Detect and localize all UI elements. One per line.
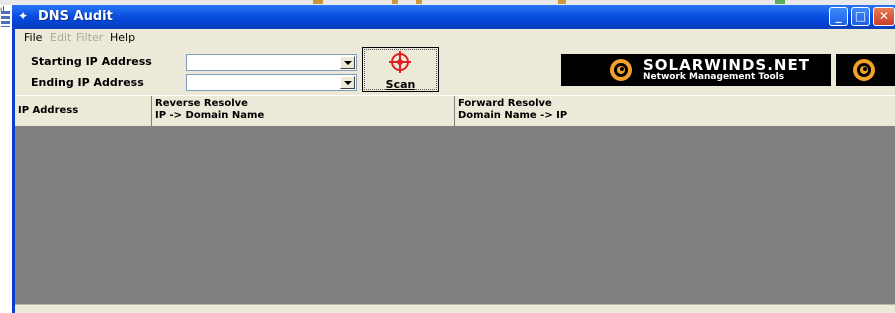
title-bar[interactable]: ✦ DNS Audit _ □ ✕ [12,5,895,29]
maximize-icon: □ [854,9,867,23]
column-header-sublabel: Domain Name -> IP [458,110,568,121]
menu-bar: File Edit Filter Help [15,29,895,47]
column-header-label: Reverse Resolve [155,98,248,109]
dns-audit-window: ✦ DNS Audit _ □ ✕ File Edit Filter Help … [12,5,895,313]
solarwinds-swirl-icon [853,59,875,81]
menu-filter[interactable]: Filter [76,31,103,44]
chevron-down-icon[interactable] [340,56,355,69]
scan-button[interactable]: Scan [362,47,439,92]
starting-ip-label: Starting IP Address [31,55,152,68]
results-grid-body[interactable] [15,127,895,304]
logo-tagline: Network Management Tools [643,72,785,82]
column-header-label: Forward Resolve [458,98,552,109]
column-header-label: IP Address [18,105,79,116]
scan-toolbar: Starting IP Address Ending IP Address Sc… [15,47,895,95]
desktop-artifact [416,0,422,4]
menu-file[interactable]: File [24,31,42,44]
desktop-artifact [775,0,785,4]
menu-edit[interactable]: Edit [50,31,71,44]
solarwinds-logo-secondary [836,54,895,86]
results-grid-header: IP Address Reverse Resolve IP -> Domain … [15,95,895,127]
window-title: DNS Audit [38,9,113,24]
column-header-ip-address[interactable]: IP Address [15,96,152,126]
desktop-left-edge: ıL [0,5,12,313]
minimize-icon: _ [835,9,842,23]
desktop-artifact [313,0,323,4]
column-header-forward-resolve[interactable]: Forward Resolve Domain Name -> IP [455,96,895,126]
close-icon: ✕ [878,9,890,23]
solarwinds-logo-banner: SOLARWINDS.NET Network Management Tools [561,54,831,86]
status-bar [15,304,895,313]
starting-ip-combobox[interactable] [186,54,357,71]
close-button[interactable]: ✕ [873,7,895,26]
chevron-down-icon[interactable] [340,76,355,89]
solarwinds-swirl-icon [610,59,632,81]
desktop-shortcut-icon[interactable] [1,11,10,27]
menu-help[interactable]: Help [110,31,135,44]
minimize-button[interactable]: _ [829,7,848,26]
ending-ip-label: Ending IP Address [31,76,144,89]
column-header-reverse-resolve[interactable]: Reverse Resolve IP -> Domain Name [152,96,455,126]
ending-ip-combobox[interactable] [186,74,357,91]
column-header-sublabel: IP -> Domain Name [155,110,265,121]
maximize-button[interactable]: □ [851,7,870,26]
app-icon[interactable]: ✦ [18,9,32,23]
desktop-artifact [558,0,566,4]
desktop-artifact [392,0,398,4]
crosshair-target-icon [389,51,411,73]
scan-button-label: Scan [385,78,416,91]
